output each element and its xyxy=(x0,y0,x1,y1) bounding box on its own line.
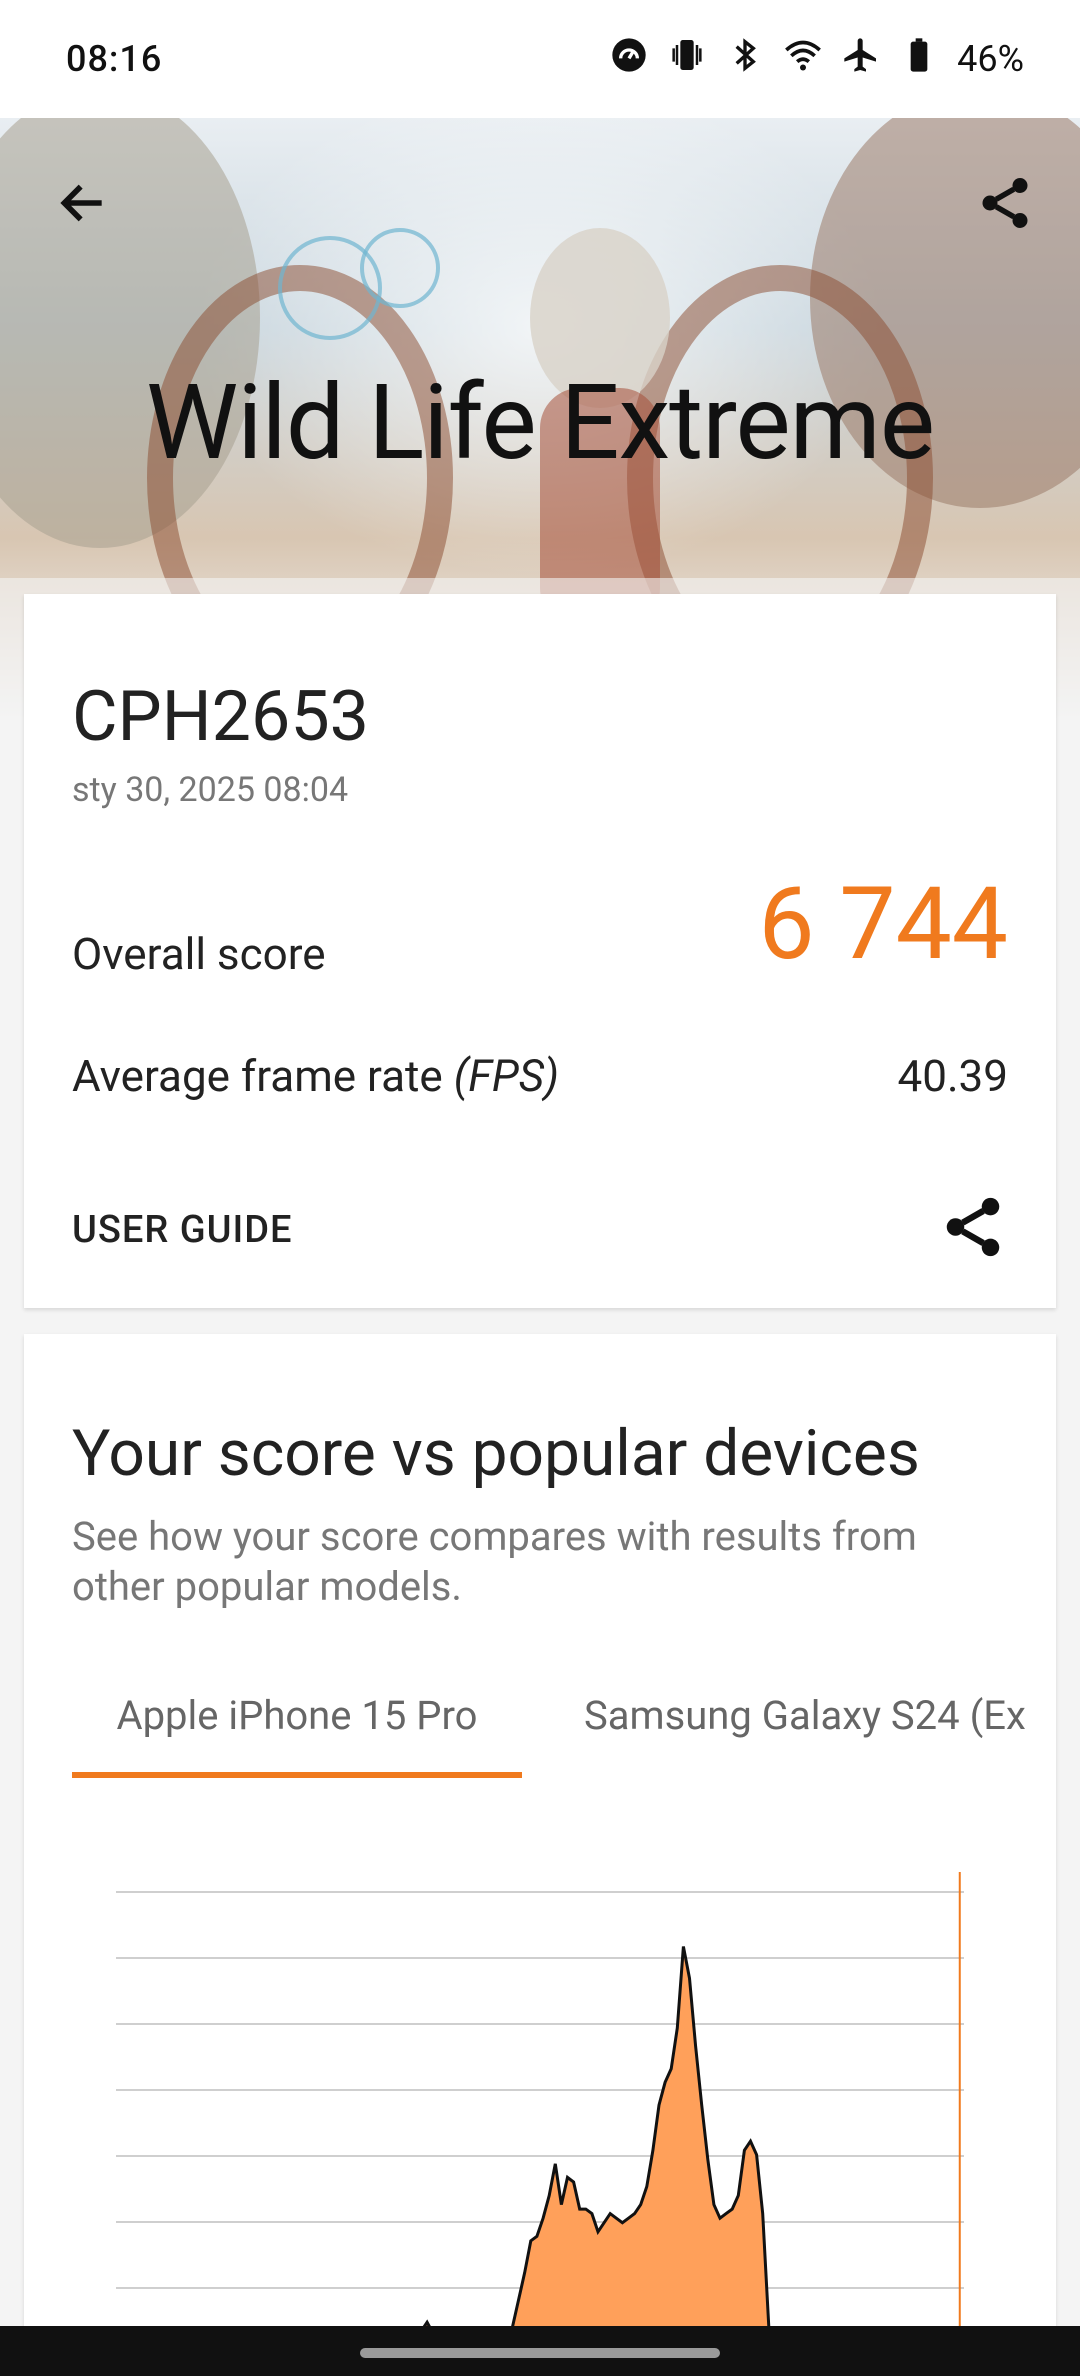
score-distribution-chart xyxy=(116,1872,978,2372)
status-time: 08:16 xyxy=(66,38,163,80)
back-button[interactable] xyxy=(48,168,118,238)
fps-unit: (FPS) xyxy=(453,1050,560,1102)
user-guide-button[interactable]: USER GUIDE xyxy=(72,1208,292,1252)
vibrate-icon xyxy=(667,35,707,84)
navigation-bar xyxy=(0,2326,1080,2376)
fps-label-text: Average frame rate xyxy=(72,1050,443,1102)
share-button-top[interactable] xyxy=(970,168,1040,238)
result-card: CPH2653 sty 30, 2025 08:04 Overall score… xyxy=(24,594,1056,1308)
chart-distribution-area xyxy=(116,1946,964,2354)
comparison-card: Your score vs popular devices See how yo… xyxy=(24,1334,1056,2376)
bluetooth-icon xyxy=(725,35,765,84)
overall-score-value: 6 744 xyxy=(758,866,1008,983)
share-icon xyxy=(982,178,1028,228)
status-bar: 08:16 46% xyxy=(0,0,1080,118)
share-result-button[interactable] xyxy=(938,1192,1008,1262)
device-name: CPH2653 xyxy=(72,676,370,758)
battery-icon xyxy=(899,35,939,84)
comparison-title: Your score vs popular devices xyxy=(72,1416,920,1491)
data-saver-icon xyxy=(609,35,649,84)
fps-value: 40.39 xyxy=(897,1050,1008,1102)
result-date: sty 30, 2025 08:04 xyxy=(72,770,349,810)
share-icon xyxy=(946,1197,1000,1257)
status-icons: 46% xyxy=(609,35,1024,84)
home-gesture-handle[interactable] xyxy=(360,2348,720,2358)
selected-tab-indicator xyxy=(72,1772,522,1778)
fps-label: Average frame rate (FPS) xyxy=(72,1050,559,1102)
battery-level: 46% xyxy=(957,38,1024,80)
benchmark-title: Wild Life Extreme xyxy=(146,363,935,484)
tab-samsung-galaxy-s24[interactable]: Samsung Galaxy S24 (Ex xyxy=(584,1692,1032,1739)
wifi-icon xyxy=(783,35,823,84)
comparison-subtitle: See how your score compares with results… xyxy=(72,1513,917,1610)
tab-apple-iphone-15-pro[interactable]: Apple iPhone 15 Pro xyxy=(72,1692,522,1739)
overall-score-label: Overall score xyxy=(72,928,326,980)
airplane-icon xyxy=(841,35,881,84)
arrow-back-icon xyxy=(60,184,102,222)
